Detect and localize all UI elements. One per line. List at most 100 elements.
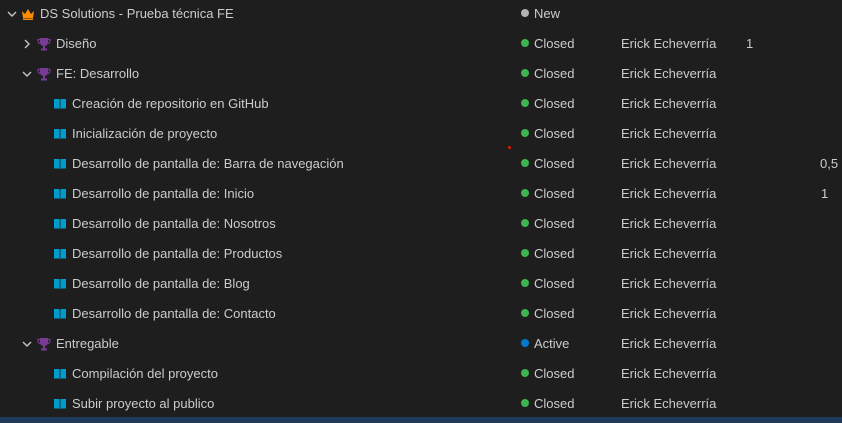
- chevron-down-icon[interactable]: [20, 329, 34, 359]
- state-label: Closed: [534, 126, 575, 141]
- tree-row[interactable]: Compilación del proyecto Closed Erick Eche…: [0, 359, 842, 389]
- effort-value: 0,5: [820, 156, 839, 171]
- tree-row[interactable]: FE: Desarrollo Closed Erick Echeverría: [0, 59, 842, 89]
- trophy-icon: [37, 337, 51, 351]
- tree-row[interactable]: Desarrollo de pantalla de: Productos Clos…: [0, 239, 842, 269]
- effort-value: 1: [821, 186, 829, 201]
- state-label: Closed: [534, 306, 575, 321]
- crown-icon: [21, 7, 35, 21]
- work-item-title[interactable]: Compilación del proyecto: [72, 359, 218, 389]
- state-cell: Closed: [521, 239, 574, 269]
- state-dot-icon: [521, 249, 529, 257]
- state-label: New: [534, 6, 561, 21]
- tree-row[interactable]: Desarrollo de pantalla de: Blog Closed Eri…: [0, 269, 842, 299]
- state-cell: Closed: [521, 59, 574, 89]
- chevron-down-icon[interactable]: [20, 59, 34, 89]
- state-label: Closed: [534, 366, 575, 381]
- work-item-title[interactable]: Desarrollo de pantalla de: Barra de nave…: [72, 149, 344, 179]
- state-label: Closed: [534, 216, 575, 231]
- work-item-title[interactable]: Desarrollo de pantalla de: Productos: [72, 239, 282, 269]
- assignee-label: Erick Echeverría: [621, 126, 717, 141]
- assignee-label: Erick Echeverría: [621, 96, 717, 111]
- state-dot-icon: [521, 129, 529, 137]
- state-dot-icon: [521, 369, 529, 377]
- tree-row[interactable]: Diseño Closed Erick Echeverría 1: [0, 29, 842, 59]
- tree-row[interactable]: Creación de repositorio en GitHub Closed E…: [0, 89, 842, 119]
- assignee-label: Erick Echeverría: [621, 246, 717, 261]
- assignee-label: Erick Echeverría: [621, 186, 717, 201]
- state-label: Closed: [534, 396, 575, 411]
- state-dot-icon: [521, 159, 529, 167]
- state-cell: Closed: [521, 149, 574, 179]
- state-label: Active: [534, 336, 570, 351]
- book-icon: [53, 217, 67, 231]
- assignee-label: Erick Echeverría: [621, 156, 717, 171]
- state-cell: Closed: [521, 89, 574, 119]
- state-dot-icon: [521, 69, 529, 77]
- state-cell: Active: [521, 329, 569, 359]
- state-cell: Closed: [521, 299, 574, 329]
- state-label: Closed: [534, 186, 575, 201]
- state-dot-icon: [521, 309, 529, 317]
- work-item-title[interactable]: DS Solutions - Prueba técnica FE: [40, 0, 234, 29]
- state-cell: Closed: [521, 209, 574, 239]
- state-dot-icon: [521, 99, 529, 107]
- book-icon: [53, 97, 67, 111]
- tree-row[interactable]: Desarrollo de pantalla de: Contacto Close…: [0, 299, 842, 329]
- work-item-title[interactable]: Subir proyecto al publico: [72, 389, 214, 419]
- assignee-label: Erick Echeverría: [621, 336, 717, 351]
- book-icon: [53, 247, 67, 261]
- horizontal-scrollbar[interactable]: [0, 417, 842, 423]
- assignee-label: Erick Echeverría: [621, 276, 717, 291]
- chevron-right-icon[interactable]: [20, 29, 34, 59]
- tree-row[interactable]: Inicialización de proyecto Closed Erick Ec…: [0, 119, 842, 149]
- state-cell: Closed: [521, 179, 574, 209]
- state-label: Closed: [534, 276, 575, 291]
- state-label: Closed: [534, 246, 575, 261]
- assignee-label: Erick Echeverría: [621, 366, 717, 381]
- effort-value: 1: [746, 36, 754, 51]
- tree-row[interactable]: Desarrollo de pantalla de: Nosotros Close…: [0, 209, 842, 239]
- assignee-label: Erick Echeverría: [621, 396, 717, 411]
- assignee-label: Erick Echeverría: [621, 216, 717, 231]
- state-label: Closed: [534, 36, 575, 51]
- assignee-label: Erick Echeverría: [621, 306, 717, 321]
- state-label: Closed: [534, 96, 575, 111]
- book-icon: [53, 397, 67, 411]
- state-dot-icon: [521, 189, 529, 197]
- work-item-title[interactable]: Desarrollo de pantalla de: Inicio: [72, 179, 254, 209]
- state-dot-icon: [521, 9, 529, 17]
- work-item-title[interactable]: Desarrollo de pantalla de: Blog: [72, 269, 250, 299]
- trophy-icon: [37, 67, 51, 81]
- tree-row[interactable]: Desarrollo de pantalla de: Barra de nave…: [0, 149, 842, 179]
- state-cell: Closed: [521, 389, 574, 419]
- book-icon: [53, 187, 67, 201]
- state-cell: New: [521, 0, 560, 29]
- work-item-title[interactable]: Entregable: [56, 329, 119, 359]
- work-item-title[interactable]: Creación de repositorio en GitHub: [72, 89, 269, 119]
- state-label: Closed: [534, 66, 575, 81]
- book-icon: [53, 307, 67, 321]
- state-cell: Closed: [521, 269, 574, 299]
- book-icon: [53, 277, 67, 291]
- work-item-title[interactable]: FE: Desarrollo: [56, 59, 139, 89]
- state-dot-icon: [521, 279, 529, 287]
- work-item-title[interactable]: Inicialización de proyecto: [72, 119, 217, 149]
- state-cell: Closed: [521, 29, 574, 59]
- tree-row[interactable]: Desarrollo de pantalla de: Inicio Closed E…: [0, 179, 842, 209]
- work-item-title[interactable]: Desarrollo de pantalla de: Contacto: [72, 299, 276, 329]
- red-dot-marker: [508, 146, 511, 149]
- tree-row[interactable]: Subir proyecto al publico Closed Erick Ech…: [0, 389, 842, 419]
- state-cell: Closed: [521, 359, 574, 389]
- book-icon: [53, 367, 67, 381]
- book-icon: [53, 127, 67, 141]
- work-item-title[interactable]: Diseño: [56, 29, 96, 59]
- chevron-down-icon[interactable]: [5, 0, 19, 29]
- trophy-icon: [37, 37, 51, 51]
- work-item-title[interactable]: Desarrollo de pantalla de: Nosotros: [72, 209, 276, 239]
- assignee-label: Erick Echeverría: [621, 66, 717, 81]
- tree-row[interactable]: Entregable Active Erick Echeverría: [0, 329, 842, 359]
- tree-row[interactable]: DS Solutions - Prueba técnica FE New: [0, 0, 842, 29]
- state-cell: Closed: [521, 119, 574, 149]
- work-item-tree: DS Solutions - Prueba técnica FE New Diseñ…: [0, 0, 842, 417]
